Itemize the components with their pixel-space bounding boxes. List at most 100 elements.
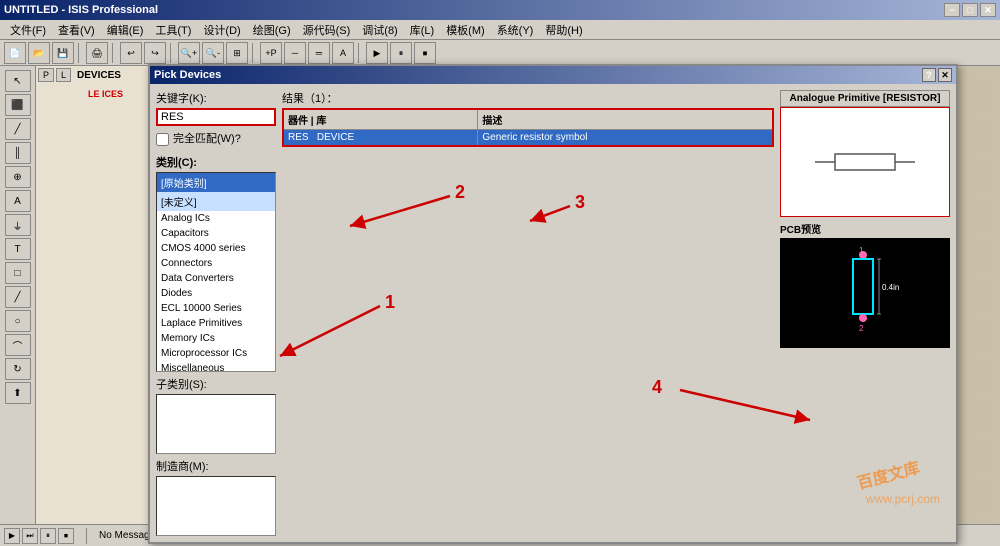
close-button[interactable]: ✕	[980, 3, 996, 17]
playback-controls: ▶ ⏭ ⏸ ⏹	[4, 528, 74, 544]
menu-library[interactable]: 库(L)	[404, 20, 440, 40]
label-btn[interactable]: A	[332, 42, 354, 64]
menu-help[interactable]: 帮助(H)	[539, 20, 588, 40]
category-item-10[interactable]: Memory ICs	[157, 331, 275, 346]
menu-template[interactable]: 模板(M)	[440, 20, 491, 40]
category-item-1[interactable]: [未定义]	[157, 192, 275, 211]
zoom-out-btn[interactable]: 🔍-	[202, 42, 224, 64]
pointer-tool[interactable]: ↖	[5, 70, 31, 92]
step-btn[interactable]: ⏸	[390, 42, 412, 64]
cell-part-library: RES DEVICE	[283, 130, 478, 147]
mfr-label: 制造商(M):	[156, 458, 276, 474]
category-item-3[interactable]: Capacitors	[157, 226, 275, 241]
line-tool[interactable]: ╱	[5, 286, 31, 308]
category-item-8[interactable]: ECL 10000 Series	[157, 301, 275, 316]
category-item-12[interactable]: Miscellaneous	[157, 361, 275, 372]
results-header: 结果（1）：	[282, 90, 774, 106]
zoom-fit-btn[interactable]: ⊞	[226, 42, 248, 64]
tab-l[interactable]: L	[56, 68, 71, 82]
status-sep1	[86, 528, 87, 544]
stop-btn[interactable]: ⏹	[414, 42, 436, 64]
results-row-0[interactable]: RES DEVICE Generic resistor symbol	[283, 130, 773, 147]
col-part-library: 器件 | 库	[283, 109, 478, 130]
dialog-body: 关键字(K): 完全匹配(W)? 类别(C): [原始类别] [未定义] Ana…	[150, 84, 956, 542]
bus-tool[interactable]: ║	[5, 142, 31, 164]
tab-p[interactable]: P	[38, 68, 54, 82]
dialog-middle-panel: 结果（1）： 器件 | 库 描述 RES DEVICE Generic resi…	[282, 90, 774, 536]
category-item-11[interactable]: Microprocessor ICs	[157, 346, 275, 361]
menu-design[interactable]: 设计(D)	[197, 20, 246, 40]
title-bar: UNTITLED - ISIS Professional − □ ✕	[0, 0, 1000, 20]
menu-edit[interactable]: 编辑(E)	[101, 20, 150, 40]
menu-bar: 文件(F) 查看(V) 编辑(E) 工具(T) 设计(D) 绘图(G) 源代码(…	[0, 20, 1000, 40]
redo-btn[interactable]: ↪	[144, 42, 166, 64]
category-item-4[interactable]: CMOS 4000 series	[157, 241, 275, 256]
menu-system[interactable]: 系统(Y)	[491, 20, 540, 40]
dialog-left-panel: 关键字(K): 完全匹配(W)? 类别(C): [原始类别] [未定义] Ana…	[156, 90, 276, 536]
wire-tool[interactable]: ╱	[5, 118, 31, 140]
stop-play-button[interactable]: ⏹	[58, 528, 74, 544]
pause-button[interactable]: ⏸	[40, 528, 56, 544]
sep5	[358, 43, 362, 63]
dialog-close-btn[interactable]: ✕	[938, 68, 952, 82]
new-btn[interactable]: 📄	[4, 42, 26, 64]
menu-draw[interactable]: 绘图(G)	[247, 20, 297, 40]
power-tool[interactable]: ⏚	[5, 214, 31, 236]
label-tool[interactable]: A	[5, 190, 31, 212]
main-toolbar: 📄 📂 💾 🖨 ↩ ↪ 🔍+ 🔍- ⊞ +P ─ ═ A ▶ ⏸ ⏹	[0, 40, 1000, 66]
keyword-input[interactable]	[156, 108, 276, 126]
menu-debug[interactable]: 调试(8)	[356, 20, 403, 40]
keyword-label: 关键字(K):	[156, 90, 276, 106]
category-list[interactable]: [原始类别] [未定义] Analog ICs Capacitors CMOS …	[156, 172, 276, 372]
probe-tool[interactable]: ⬆	[5, 382, 31, 404]
print-btn[interactable]: 🖨	[86, 42, 108, 64]
zoom-in-btn[interactable]: 🔍+	[178, 42, 200, 64]
category-item-6[interactable]: Data Converters	[157, 271, 275, 286]
category-item-2[interactable]: Analog ICs	[157, 211, 275, 226]
title-bar-controls: − □ ✕	[944, 3, 996, 17]
text-tool[interactable]: T	[5, 238, 31, 260]
category-item-7[interactable]: Diodes	[157, 286, 275, 301]
add-comp-btn[interactable]: +P	[260, 42, 282, 64]
dialog-help-btn[interactable]: ?	[922, 68, 936, 82]
rotate-tool[interactable]: ↻	[5, 358, 31, 380]
component-tool[interactable]: ⬛	[5, 94, 31, 116]
menu-tools[interactable]: 工具(T)	[149, 20, 197, 40]
category-item-5[interactable]: Connectors	[157, 256, 275, 271]
category-item-9[interactable]: Laplace Primitives	[157, 316, 275, 331]
save-btn[interactable]: 💾	[52, 42, 74, 64]
open-btn[interactable]: 📂	[28, 42, 50, 64]
left-toolbar: ↖ ⬛ ╱ ║ ⊕ A ⏚ T □ ╱ ○ ⌒ ↻ ⬆	[0, 66, 36, 542]
manufacturer-list[interactable]	[156, 476, 276, 536]
watermark-url: www.pcrj.com	[866, 492, 940, 506]
menu-source[interactable]: 源代码(S)	[297, 20, 357, 40]
col-description: 描述	[478, 109, 773, 130]
svg-text:2: 2	[859, 324, 864, 333]
sep1	[78, 43, 82, 63]
category-label: 类别(C):	[156, 154, 276, 170]
box-tool[interactable]: □	[5, 262, 31, 284]
match-checkbox[interactable]	[156, 133, 169, 146]
svg-text:0.4in: 0.4in	[882, 283, 899, 292]
sub-category-list[interactable]	[156, 394, 276, 454]
preview-title: Analogue Primitive [RESISTOR]	[780, 90, 950, 107]
run-btn[interactable]: ▶	[366, 42, 388, 64]
menu-view[interactable]: 查看(V)	[52, 20, 101, 40]
undo-btn[interactable]: ↩	[120, 42, 142, 64]
pcb-svg: 1 2 0.4in	[785, 243, 945, 343]
category-item-0[interactable]: [原始类别]	[157, 173, 275, 192]
svg-text:2: 2	[455, 182, 465, 202]
menu-file[interactable]: 文件(F)	[4, 20, 52, 40]
wire-btn[interactable]: ─	[284, 42, 306, 64]
circle-tool[interactable]: ○	[5, 310, 31, 332]
bus-btn[interactable]: ═	[308, 42, 330, 64]
arc-tool[interactable]: ⌒	[5, 334, 31, 356]
maximize-button[interactable]: □	[962, 3, 978, 17]
minimize-button[interactable]: −	[944, 3, 960, 17]
play-button[interactable]: ▶	[4, 528, 20, 544]
net-tool[interactable]: ⊕	[5, 166, 31, 188]
match-row: 完全匹配(W)?	[156, 130, 276, 148]
svg-text:1: 1	[385, 292, 395, 312]
step-play-button[interactable]: ⏭	[22, 528, 38, 544]
cell-description: Generic resistor symbol	[478, 130, 773, 147]
